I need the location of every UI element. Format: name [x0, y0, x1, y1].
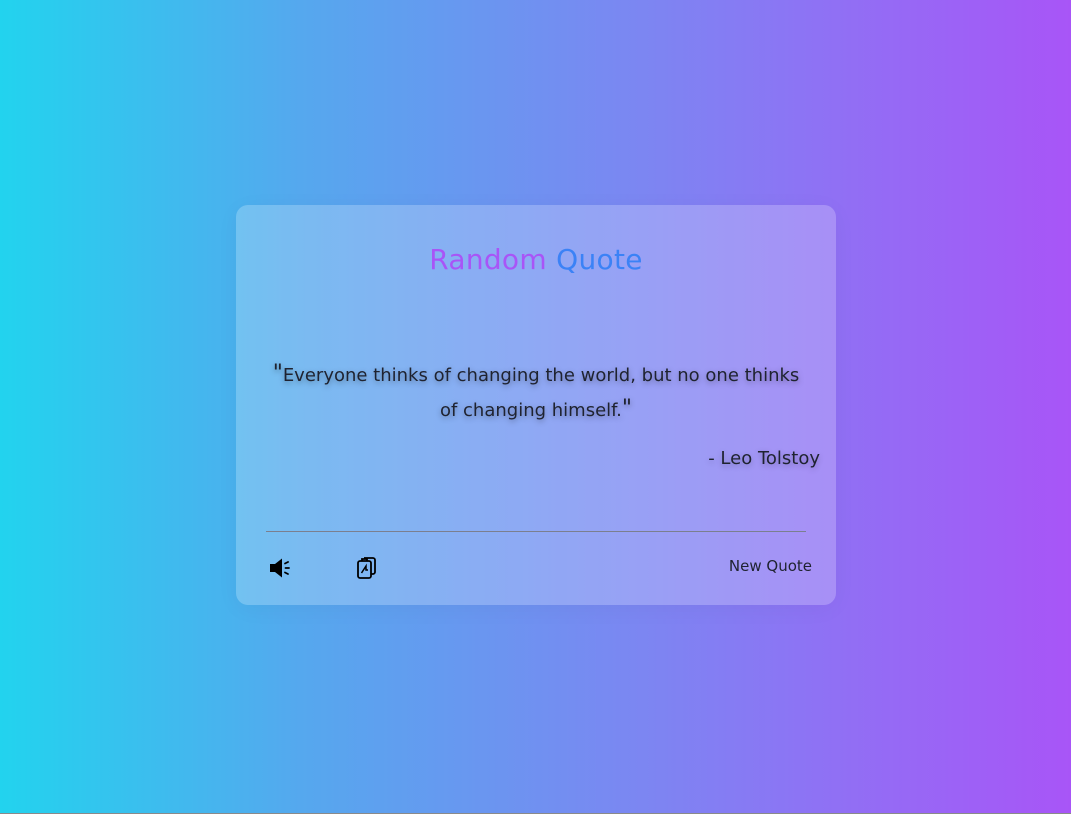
page-title: Random Quote [236, 243, 836, 276]
quote-card: Random Quote "Everyone thinks of changin… [236, 205, 836, 605]
speaker-icon [270, 558, 290, 578]
title-word-quote: Quote [556, 243, 643, 276]
speak-button[interactable] [266, 554, 294, 582]
clipboard-icon [357, 557, 376, 579]
quote-text: "Everyone thinks of changing the world, … [266, 357, 806, 427]
divider [266, 531, 806, 532]
title-word-random: Random [429, 243, 547, 276]
quote-body: Everyone thinks of changing the world, b… [282, 365, 800, 421]
copy-button[interactable] [352, 554, 380, 582]
quote-close-mark: " [621, 396, 633, 421]
quote-open-mark: " [272, 361, 283, 386]
quote-author: - Leo Tolstoy [708, 448, 820, 469]
new-quote-button[interactable]: New Quote [729, 557, 812, 575]
